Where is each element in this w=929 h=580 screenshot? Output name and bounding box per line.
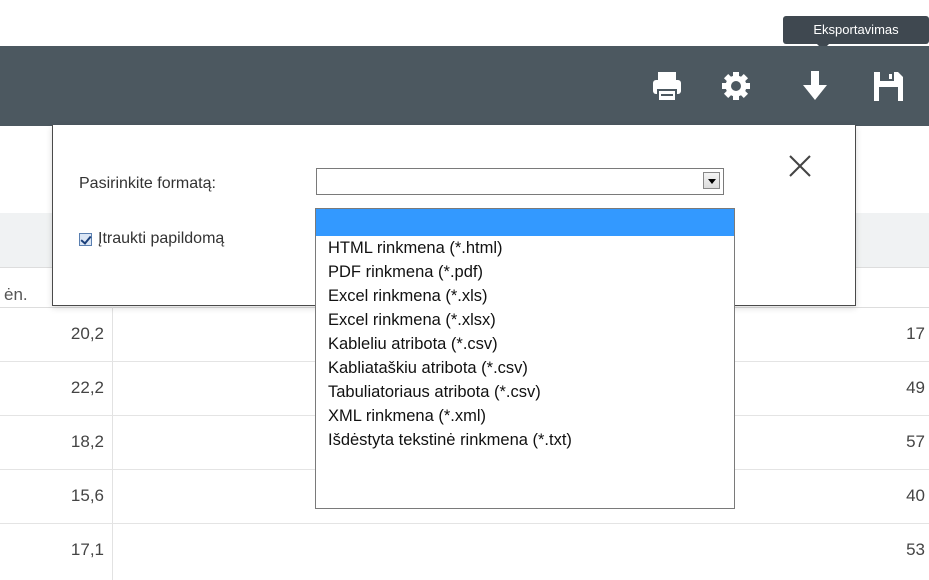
- settings-button[interactable]: [716, 66, 756, 106]
- format-label: Pasirinkite formatą:: [79, 175, 216, 192]
- column-header-label: ėn.: [4, 285, 28, 304]
- close-icon: [789, 155, 811, 177]
- table-cell: 20,2: [70, 324, 104, 343]
- dropdown-option[interactable]: PDF rinkmena (*.pdf): [316, 260, 734, 284]
- printer-icon: [653, 72, 681, 102]
- dropdown-option[interactable]: Kableliu atribota (*.csv): [316, 332, 734, 356]
- gear-icon: [722, 72, 750, 100]
- include-extra-checkbox[interactable]: [79, 233, 92, 246]
- dropdown-option[interactable]: Kabliataškiu atribota (*.csv): [316, 356, 734, 380]
- table-cell: 22,2: [70, 378, 104, 397]
- table-cell: 18,2: [70, 432, 104, 451]
- save-icon: [874, 72, 903, 101]
- format-select[interactable]: [316, 168, 724, 195]
- dropdown-option-empty[interactable]: [316, 209, 734, 236]
- export-tooltip: Eksportavimas: [783, 16, 929, 50]
- table-row: 17,1 53: [0, 524, 929, 577]
- dropdown-option[interactable]: Tabuliatoriaus atribota (*.csv): [316, 380, 734, 404]
- table-cell: 17: [906, 324, 925, 343]
- dropdown-option[interactable]: Išdėstyta tekstinė rinkmena (*.txt): [316, 428, 734, 452]
- dropdown-option[interactable]: Excel rinkmena (*.xlsx): [316, 308, 734, 332]
- export-button[interactable]: [795, 66, 835, 106]
- print-button[interactable]: [647, 66, 687, 106]
- save-button[interactable]: [868, 66, 908, 106]
- table-cell: 40: [906, 486, 925, 505]
- table-cell: 57: [906, 432, 925, 451]
- close-button[interactable]: [787, 153, 813, 179]
- format-dropdown-list: HTML rinkmena (*.html) PDF rinkmena (*.p…: [315, 208, 735, 509]
- dropdown-option[interactable]: Excel rinkmena (*.xls): [316, 284, 734, 308]
- include-extra-label: Įtraukti papildomą: [98, 230, 225, 247]
- table-cell: 53: [906, 540, 925, 559]
- table-cell: 17,1: [70, 540, 104, 559]
- dropdown-option[interactable]: XML rinkmena (*.xml): [316, 404, 734, 428]
- chevron-down-icon[interactable]: [703, 172, 720, 189]
- table-cell: 49: [906, 378, 925, 397]
- dropdown-option[interactable]: HTML rinkmena (*.html): [316, 236, 734, 260]
- download-icon: [803, 71, 827, 100]
- toolbar: [0, 46, 929, 126]
- table-cell: 15,6: [70, 486, 104, 505]
